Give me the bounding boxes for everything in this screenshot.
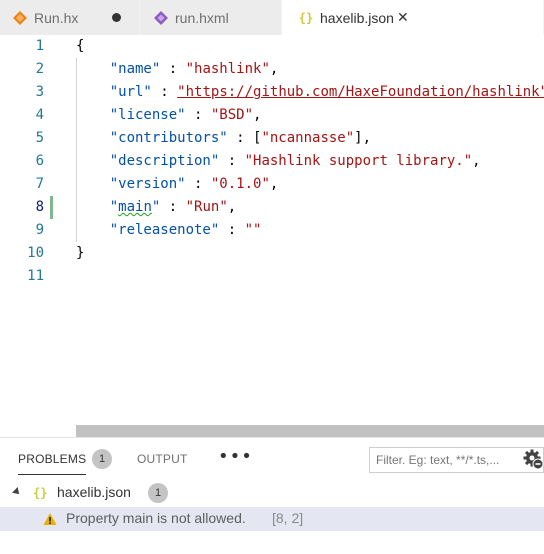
line-end: , (472, 153, 481, 169)
json-braces-icon: {} (33, 486, 48, 500)
code-line[interactable]: "releasenote" : "" (76, 219, 544, 242)
json-value: "hashlink" (185, 61, 270, 77)
json-key: "releasenote" (109, 222, 220, 238)
tab-label: run.hxml (175, 9, 229, 26)
json-key: "version" (109, 176, 186, 192)
code-line-current[interactable]: "main" : "Run", (76, 196, 544, 219)
json-value: "Hashlink support library." (244, 153, 473, 169)
code-line[interactable] (76, 265, 544, 288)
haxe-file-icon (13, 10, 27, 25)
separator: : (185, 176, 211, 192)
tab-label: Run.hx (34, 9, 79, 26)
problems-count-badge: 1 (92, 449, 112, 469)
line-number-gutter: 1 2 3 4 5 6 7 8 9 10 11 (0, 35, 50, 288)
line-number: 9 (35, 222, 44, 238)
tab-problems[interactable]: PROBLEMS (18, 452, 87, 475)
json-value: "ncannasse" (261, 130, 355, 146)
line-number: 7 (35, 176, 44, 192)
panel-tabs: PROBLEMS 1 OUTPUT ••• Filter. Eg: text, … (0, 438, 544, 482)
line-number: 5 (35, 130, 44, 146)
open-brace: { (76, 38, 85, 54)
json-value-link[interactable]: "https://github.com/HaxeFoundation/hashl… (177, 84, 544, 100)
code-line[interactable]: "description" : "Hashlink support librar… (76, 150, 544, 173)
separator: : (219, 153, 245, 169)
line-number: 11 (27, 268, 44, 284)
horizontal-scrollbar[interactable] (76, 425, 544, 437)
json-value: "0.1.0" (210, 176, 270, 192)
problem-file-row[interactable]: {} haxelib.json 1 (0, 481, 544, 505)
problem-item[interactable]: Property main is not allowed. [8, 2] (0, 507, 544, 531)
line-end: , (269, 61, 279, 77)
unsaved-dot-icon[interactable] (112, 13, 121, 22)
gear-icon[interactable] (523, 449, 544, 471)
file-problem-count-badge: 1 (148, 483, 168, 503)
code-line[interactable]: { (76, 35, 544, 58)
json-value: "Run" (185, 199, 228, 215)
json-value: "" (244, 222, 262, 238)
json-key: "license" (109, 107, 186, 123)
line-end: , (227, 199, 237, 215)
line-end: ], (354, 130, 372, 146)
separator: : (219, 222, 245, 238)
tab-run-hx[interactable]: Run.hx (0, 0, 140, 35)
separator: : (160, 199, 186, 215)
code-line[interactable]: "license" : "BSD", (76, 104, 544, 127)
separator: : (160, 61, 186, 77)
line-end: , (253, 107, 262, 123)
json-key: "url" (109, 84, 152, 100)
problems-panel: PROBLEMS 1 OUTPUT ••• Filter. Eg: text, … (0, 437, 544, 554)
line-number-current: 8 (35, 199, 44, 215)
line-number: 2 (35, 61, 44, 77)
close-brace: } (76, 245, 85, 261)
hxml-file-icon (154, 10, 168, 25)
tab-label: haxelib.json (320, 9, 394, 26)
code-line[interactable]: "version" : "0.1.0", (76, 173, 544, 196)
json-value: "BSD" (210, 107, 254, 123)
warning-icon (43, 512, 57, 526)
line-number: 1 (35, 38, 44, 54)
more-actions-icon[interactable]: ••• (218, 446, 253, 467)
json-key: "name" (109, 61, 161, 77)
chevron-down-icon[interactable] (12, 487, 22, 497)
separator: : (151, 84, 178, 100)
problems-filter-input[interactable]: Filter. Eg: text, **/*.ts,... (369, 447, 544, 473)
tab-output[interactable]: OUTPUT (137, 452, 188, 466)
line-end: , (269, 176, 279, 192)
code-editor[interactable]: 1 2 3 4 5 6 7 8 9 10 11 { "name" : "hash… (0, 35, 544, 437)
line-number: 6 (35, 153, 44, 169)
code-line[interactable]: "name" : "hashlink", (76, 58, 544, 81)
tab-run-hxml[interactable]: run.hxml (140, 0, 282, 35)
tab-haxelib-json[interactable]: {} haxelib.json ✕ (282, 0, 544, 35)
separator: : [ (227, 130, 262, 146)
editor-tab-bar: Run.hx run.hxml {} haxelib.json ✕ (0, 0, 544, 35)
problem-location: [8, 2] (272, 510, 304, 526)
separator: : (185, 107, 211, 123)
json-key-warning[interactable]: main (118, 199, 152, 215)
line-number: 3 (35, 84, 44, 100)
close-icon[interactable]: ✕ (397, 10, 409, 24)
json-key: "description" (109, 153, 220, 169)
code-line[interactable]: "contributors" : ["ncannasse"], (76, 127, 544, 150)
line-number: 10 (27, 245, 44, 261)
json-braces-icon: {} (298, 10, 314, 25)
json-key: "contributors" (109, 130, 228, 146)
code-line[interactable]: } (76, 242, 544, 265)
problem-message: Property main is not allowed. (66, 510, 246, 526)
json-key-quote: " (109, 199, 119, 215)
problem-file-name: haxelib.json (57, 484, 131, 500)
modified-line-indicator (50, 196, 53, 219)
code-lines[interactable]: { "name" : "hashlink", "url" : "https://… (76, 35, 544, 288)
code-line[interactable]: "url" : "https://github.com/HaxeFoundati… (76, 81, 544, 104)
line-number: 4 (35, 107, 44, 123)
